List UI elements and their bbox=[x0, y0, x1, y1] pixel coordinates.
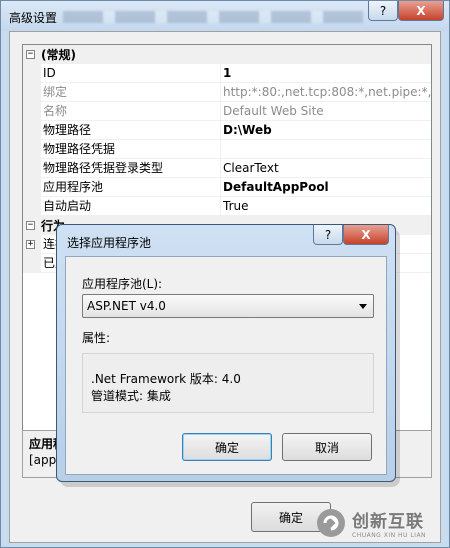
dialog-close-button[interactable]: X bbox=[343, 225, 389, 245]
property-row-name[interactable]: 名称 Default Web Site bbox=[23, 102, 431, 121]
property-name: 物理路径 bbox=[41, 121, 221, 140]
window-title: 高级设置 bbox=[9, 11, 58, 25]
property-value: 1 bbox=[221, 64, 431, 83]
property-name: 绑定 bbox=[41, 83, 221, 102]
framework-version-text: .Net Framework 版本: 4.0 bbox=[91, 372, 241, 386]
row-gutter bbox=[23, 254, 41, 273]
property-row-path-credentials[interactable]: 物理路径凭据 bbox=[23, 140, 431, 159]
property-value: D:\Web bbox=[221, 121, 431, 140]
collapse-icon[interactable]: − bbox=[26, 50, 35, 59]
brand-logo-icon bbox=[317, 509, 345, 537]
dialog-body: 应用程序池(L): ASP.NET v4.0 属性: .Net Framewor… bbox=[65, 256, 387, 475]
property-value: ClearText bbox=[221, 159, 431, 178]
row-gutter bbox=[23, 83, 41, 102]
property-name: 物理路径凭据 bbox=[41, 140, 221, 159]
watermark-brand-en: CHUANG XIN HU LIAN bbox=[352, 532, 427, 539]
row-gutter bbox=[23, 159, 41, 178]
property-value bbox=[221, 140, 431, 159]
dropdown-arrow-icon bbox=[359, 304, 367, 309]
property-row-physical-path[interactable]: 物理路径 D:\Web bbox=[23, 121, 431, 140]
dialog-title: 选择应用程序池 bbox=[67, 236, 152, 250]
property-row-app-pool[interactable]: 应用程序池 DefaultAppPool bbox=[23, 178, 431, 197]
properties-box: .Net Framework 版本: 4.0 管道模式: 集成 bbox=[82, 353, 374, 413]
property-value: http:*:80:,net.tcp:808:*,net.pipe:*,net.… bbox=[221, 83, 431, 102]
watermark-logo: 创新互联 CHUANG XIN HU LIAN bbox=[316, 504, 446, 542]
row-gutter bbox=[23, 102, 41, 121]
expand-icon[interactable]: + bbox=[26, 240, 35, 249]
property-name: ID bbox=[41, 64, 221, 83]
category-general[interactable]: − (常规) bbox=[23, 45, 431, 64]
app-pool-label: 应用程序池(L): bbox=[82, 277, 163, 291]
properties-label: 属性: bbox=[82, 331, 111, 345]
ok-button[interactable]: 确定 bbox=[182, 433, 272, 461]
select-app-pool-dialog: 选择应用程序池 ? X 应用程序池(L): ASP.NET v4.0 属性: .… bbox=[56, 224, 396, 482]
row-gutter bbox=[23, 121, 41, 140]
property-value: Default Web Site bbox=[221, 102, 431, 121]
row-gutter bbox=[23, 140, 41, 159]
property-name: 应用程序池 bbox=[41, 178, 221, 197]
window-titlebar[interactable]: 高级设置 ? X bbox=[1, 1, 449, 31]
app-pool-select[interactable]: ASP.NET v4.0 bbox=[82, 294, 374, 318]
dialog-help-button[interactable]: ? bbox=[313, 225, 343, 245]
property-name: 自动启动 bbox=[41, 197, 221, 216]
row-gutter bbox=[23, 197, 41, 216]
blurred-background-toolbar bbox=[63, 11, 363, 23]
property-row-auto-start[interactable]: 自动启动 True bbox=[23, 197, 431, 216]
collapse-icon[interactable]: − bbox=[26, 221, 35, 230]
pipeline-mode-text: 管道模式: 集成 bbox=[91, 389, 171, 403]
property-name: 物理路径凭据登录类型 bbox=[41, 159, 221, 178]
cancel-button[interactable]: 取消 bbox=[282, 433, 372, 461]
property-value: DefaultAppPool bbox=[221, 178, 431, 197]
property-name: 名称 bbox=[41, 102, 221, 121]
property-row-bindings[interactable]: 绑定 http:*:80:,net.tcp:808:*,net.pipe:*,n… bbox=[23, 83, 431, 102]
property-row-id[interactable]: ID 1 bbox=[23, 64, 431, 83]
help-button[interactable]: ? bbox=[368, 1, 398, 21]
app-pool-selected-value: ASP.NET v4.0 bbox=[87, 299, 166, 313]
row-gutter: + bbox=[23, 235, 41, 254]
category-label: (常规) bbox=[41, 48, 76, 62]
property-row-logon-type[interactable]: 物理路径凭据登录类型 ClearText bbox=[23, 159, 431, 178]
close-button[interactable]: X bbox=[398, 1, 444, 21]
row-gutter bbox=[23, 64, 41, 83]
property-value: True bbox=[221, 197, 431, 216]
row-gutter bbox=[23, 178, 41, 197]
watermark-brand: 创新互联 bbox=[352, 512, 424, 532]
